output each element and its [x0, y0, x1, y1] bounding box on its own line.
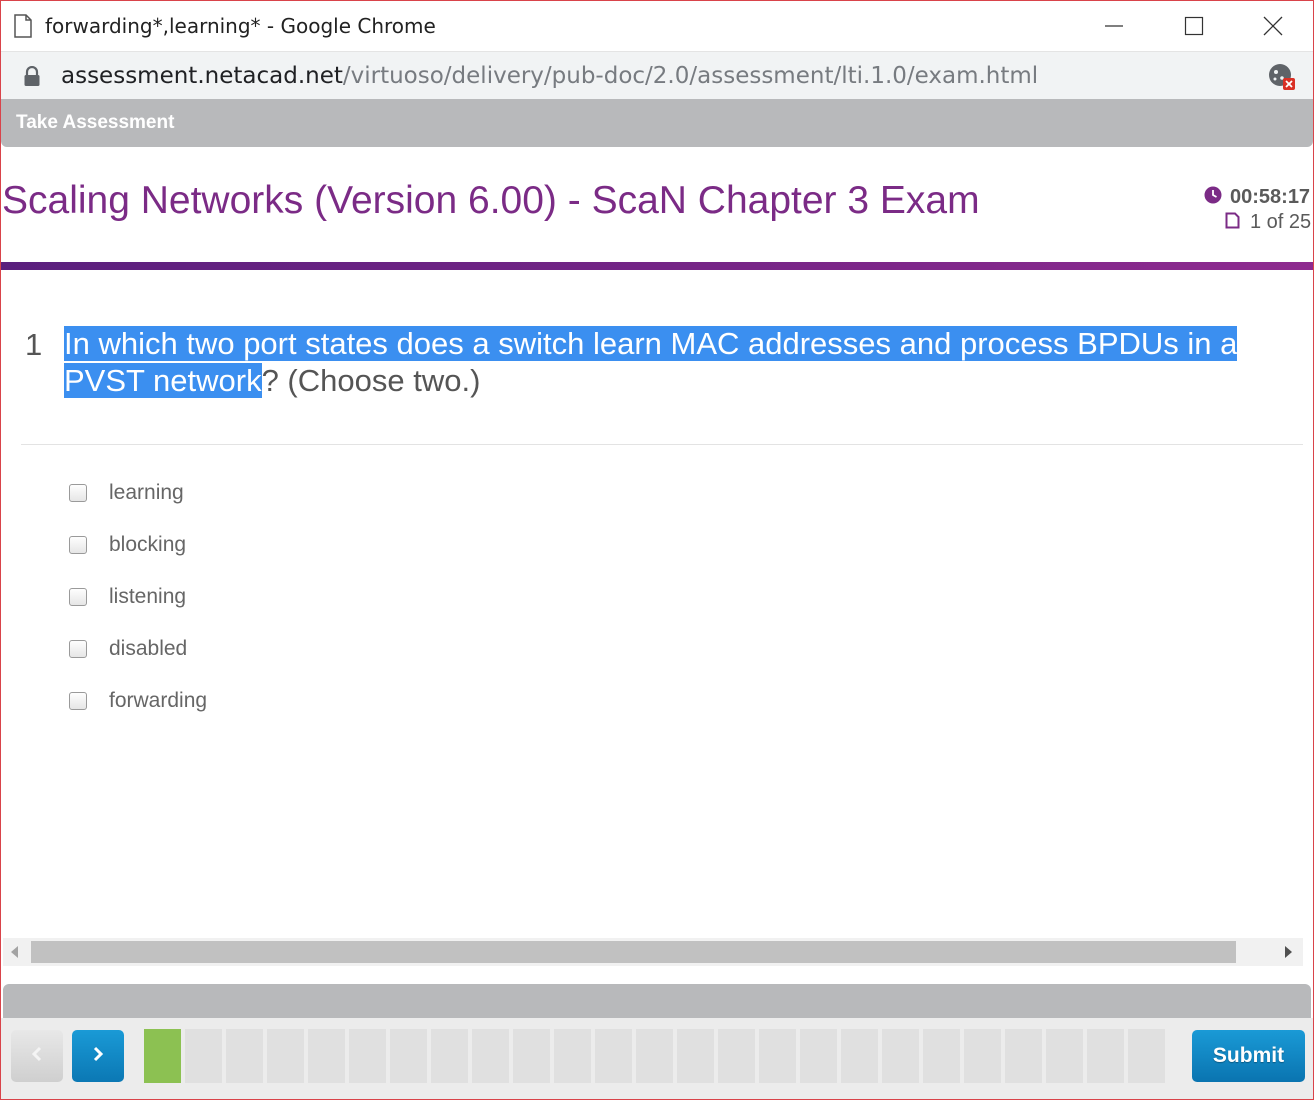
page-icon: [1225, 212, 1240, 234]
answer-options: learning blocking listening disabled for…: [69, 467, 207, 727]
answer-option[interactable]: listening: [69, 571, 207, 623]
question-text: In which two port states does a switch l…: [64, 325, 1284, 399]
chevron-right-icon: [91, 1046, 105, 1067]
question-divider: [21, 444, 1303, 445]
title-bar: forwarding*,learning* - Google Chrome: [1, 1, 1313, 51]
scroll-right-icon[interactable]: [1285, 946, 1292, 958]
question-nav-box[interactable]: [267, 1029, 304, 1083]
question-nav-box[interactable]: [472, 1029, 509, 1083]
footer-bar: [3, 984, 1311, 1018]
minimize-button[interactable]: [1074, 1, 1154, 51]
question-nav-box[interactable]: [1128, 1029, 1165, 1083]
question-nav-box[interactable]: [841, 1029, 878, 1083]
question-navigator: [144, 1029, 1169, 1083]
question-nav-box[interactable]: [349, 1029, 386, 1083]
option-label[interactable]: disabled: [109, 637, 187, 661]
page-icon: [13, 14, 33, 38]
minimize-icon: [1104, 16, 1124, 36]
answer-option[interactable]: disabled: [69, 623, 207, 675]
question-nav-box[interactable]: [308, 1029, 345, 1083]
option-label[interactable]: blocking: [109, 533, 186, 557]
question-nav-box[interactable]: [923, 1029, 960, 1083]
assessment-banner: Take Assessment: [1, 99, 1313, 147]
window-title: forwarding*,learning* - Google Chrome: [45, 14, 436, 38]
clock-icon: [1204, 186, 1222, 209]
question-nav-box[interactable]: [226, 1029, 263, 1083]
question-nav-box[interactable]: [718, 1029, 755, 1083]
lock-icon[interactable]: [23, 65, 41, 93]
question-nav-box[interactable]: [595, 1029, 632, 1083]
answer-option[interactable]: forwarding: [69, 675, 207, 727]
question-nav-box[interactable]: [390, 1029, 427, 1083]
progress-value: 1 of 25: [1250, 211, 1312, 233]
horizontal-scrollbar[interactable]: [3, 938, 1303, 966]
previous-button[interactable]: [11, 1030, 63, 1082]
question-progress: 1 of 25: [1225, 211, 1311, 234]
question-nav-box[interactable]: [513, 1029, 550, 1083]
checkbox[interactable]: [69, 484, 87, 502]
exam-title: Scaling Networks (Version 6.00) - ScaN C…: [2, 179, 980, 222]
question-nav-box[interactable]: [636, 1029, 673, 1083]
scrollbar-thumb[interactable]: [31, 941, 1236, 963]
question-nav-box[interactable]: [800, 1029, 837, 1083]
browser-window: forwarding*,learning* - Google Chrome as…: [0, 0, 1314, 1100]
question-nav-box[interactable]: [1046, 1029, 1083, 1083]
answer-option[interactable]: blocking: [69, 519, 207, 571]
question-nav-box[interactable]: [431, 1029, 468, 1083]
checkbox[interactable]: [69, 692, 87, 710]
close-icon: [1263, 16, 1283, 36]
option-label[interactable]: learning: [109, 481, 184, 505]
timer: 00:58:17: [1204, 185, 1310, 209]
question-nav-box[interactable]: [554, 1029, 591, 1083]
question-nav-box[interactable]: [882, 1029, 919, 1083]
blocked-cookies-icon[interactable]: [1267, 62, 1297, 97]
header-divider: [1, 262, 1313, 270]
scroll-left-icon[interactable]: [11, 946, 18, 958]
question-nav-box[interactable]: [759, 1029, 796, 1083]
footer-navigation: Submit: [1, 1018, 1313, 1099]
url-host: assessment.netacad.net: [61, 63, 343, 89]
question-nav-box[interactable]: [185, 1029, 222, 1083]
answer-option[interactable]: learning: [69, 467, 207, 519]
question-number: 1: [25, 327, 43, 362]
chevron-left-icon: [30, 1046, 44, 1067]
banner-label: Take Assessment: [16, 112, 175, 133]
maximize-icon: [1184, 16, 1204, 36]
question-nav-box[interactable]: [677, 1029, 714, 1083]
checkbox[interactable]: [69, 588, 87, 606]
next-button[interactable]: [72, 1030, 124, 1082]
maximize-button[interactable]: [1154, 1, 1234, 51]
question-nav-box[interactable]: [1087, 1029, 1124, 1083]
question-text-rest: ? (Choose two.): [261, 363, 481, 398]
selected-question-text: In which two port states does a switch l…: [64, 326, 1238, 398]
question-nav-box[interactable]: [1005, 1029, 1042, 1083]
url-text[interactable]: assessment.netacad.net/virtuoso/delivery…: [61, 63, 1038, 89]
checkbox[interactable]: [69, 536, 87, 554]
checkbox[interactable]: [69, 640, 87, 658]
timer-value: 00:58:17: [1230, 185, 1311, 208]
address-bar[interactable]: assessment.netacad.net/virtuoso/delivery…: [1, 51, 1313, 100]
submit-button[interactable]: Submit: [1192, 1030, 1305, 1082]
question-nav-box[interactable]: [964, 1029, 1001, 1083]
url-path: /virtuoso/delivery/pub-doc/2.0/assessmen…: [342, 63, 1039, 89]
option-label[interactable]: forwarding: [109, 689, 207, 713]
option-label[interactable]: listening: [109, 585, 186, 609]
question-nav-box[interactable]: [144, 1029, 181, 1083]
close-button[interactable]: [1233, 1, 1313, 51]
